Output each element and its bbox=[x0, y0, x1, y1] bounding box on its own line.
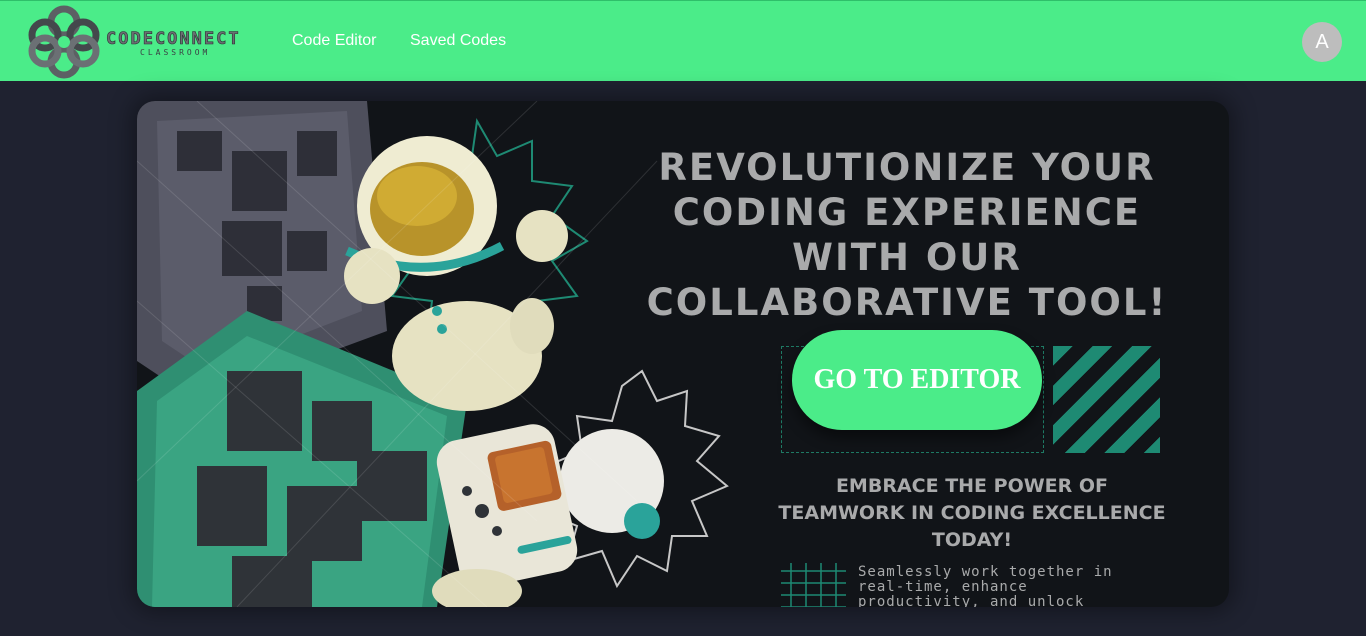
grid-decoration bbox=[781, 563, 846, 607]
striped-decoration bbox=[1053, 346, 1160, 453]
hero-headline: REVOLUTIONIZE YOUR CODING EXPERIENCE WIT… bbox=[646, 146, 1168, 324]
navbar: CODECONNECT CLASSROOM Code Editor Saved … bbox=[0, 0, 1366, 81]
nav-code-editor-link[interactable]: Code Editor bbox=[292, 32, 377, 50]
go-to-editor-button[interactable]: GO TO EDITOR bbox=[792, 330, 1042, 430]
nav-saved-codes-link[interactable]: Saved Codes bbox=[410, 32, 506, 50]
logo-subtitle: CLASSROOM bbox=[140, 48, 211, 57]
logo-title: CODECONNECT bbox=[106, 29, 241, 50]
user-avatar[interactable]: A bbox=[1302, 22, 1342, 62]
logo-knot-icon bbox=[28, 5, 100, 79]
hero-body-text: Seamlessly work together in real-time, e… bbox=[858, 564, 1113, 608]
hero-card: REVOLUTIONIZE YOUR CODING EXPERIENCE WIT… bbox=[137, 101, 1229, 607]
logo[interactable]: CODECONNECT CLASSROOM bbox=[28, 5, 263, 79]
hero-subheadline: EMBRACE THE POWER OF TEAMWORK IN CODING … bbox=[778, 475, 1166, 551]
